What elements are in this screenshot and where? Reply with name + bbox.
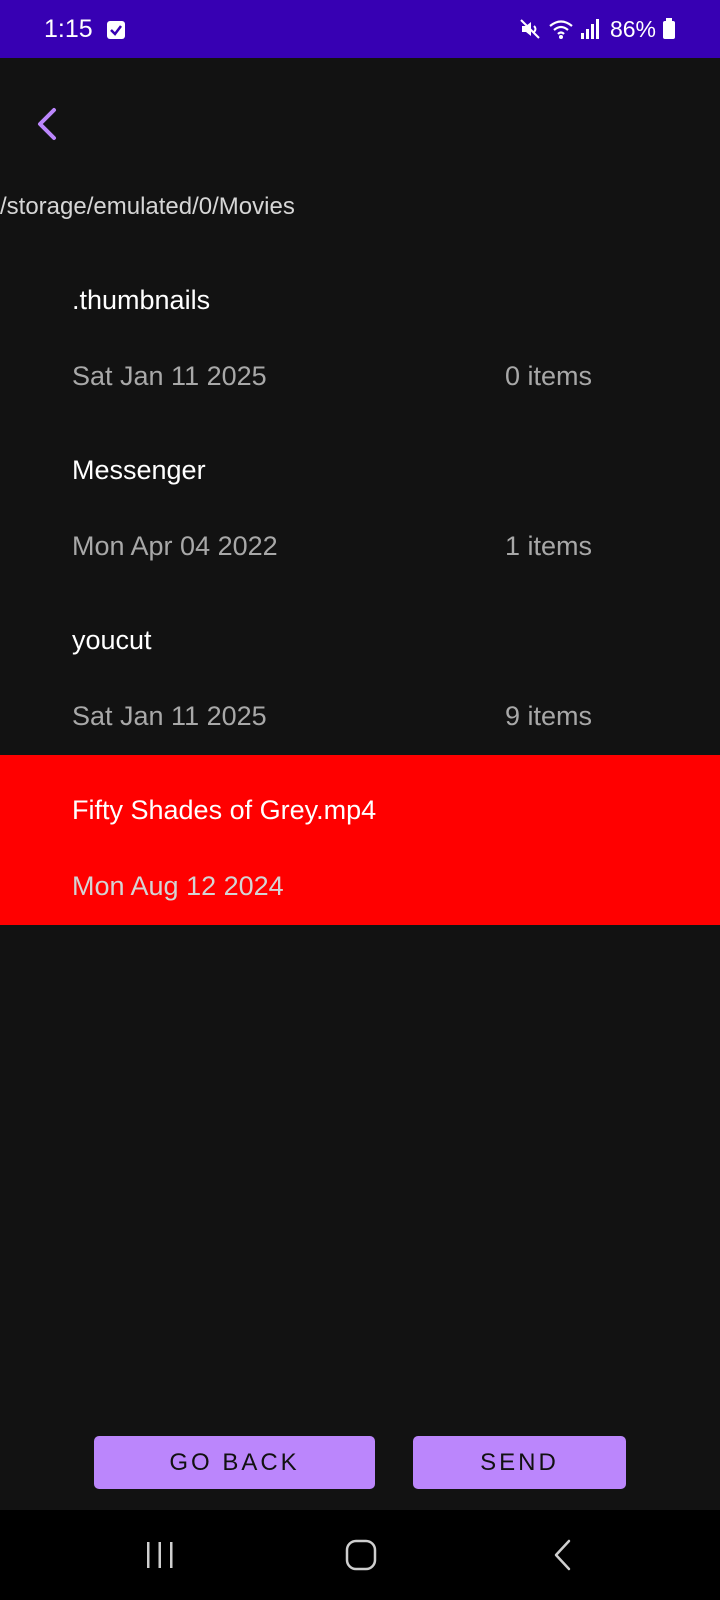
file-row-messenger[interactable]: Messenger Mon Apr 04 2022 1 items xyxy=(0,415,720,585)
status-icons: 86% xyxy=(518,14,676,44)
file-list: .thumbnails Sat Jan 11 2025 0 items Mess… xyxy=(0,245,720,925)
file-name: youcut xyxy=(72,625,152,655)
wifi-icon xyxy=(549,20,573,39)
file-item-count: 9 items xyxy=(505,701,593,731)
recents-icon xyxy=(147,1542,173,1568)
battery-icon xyxy=(663,18,675,39)
checkbox-notification-icon xyxy=(107,21,125,39)
file-item-count: 0 items xyxy=(505,361,593,391)
send-button[interactable]: SEND xyxy=(413,1436,626,1489)
file-name: .thumbnails xyxy=(72,285,211,315)
home-icon xyxy=(345,1539,377,1571)
chevron-left-icon[interactable] xyxy=(30,104,66,144)
system-nav-bar xyxy=(0,1510,720,1600)
go-back-button[interactable]: GO BACK xyxy=(94,1436,375,1489)
recents-button[interactable] xyxy=(100,1510,220,1600)
file-name: Fifty Shades of Grey.mp4 xyxy=(72,795,377,825)
status-bar: 1:15 86% xyxy=(0,0,720,58)
system-back-button[interactable] xyxy=(503,1510,623,1600)
back-icon xyxy=(554,1539,571,1571)
file-item-count: 1 items xyxy=(505,531,593,561)
file-name: Messenger xyxy=(72,455,206,485)
file-row-thumbnails[interactable]: .thumbnails Sat Jan 11 2025 0 items xyxy=(0,245,720,415)
mute-icon xyxy=(520,19,540,39)
status-time: 1:15 xyxy=(44,15,93,43)
file-row-selected-video[interactable]: Fifty Shades of Grey.mp4 Mon Aug 12 2024 xyxy=(0,755,720,925)
screen: 1:15 86% /storage/emulated/0/Movies .thu… xyxy=(0,0,720,1600)
file-date: Sat Jan 11 2025 xyxy=(72,701,267,731)
battery-level: 86% xyxy=(609,16,656,42)
signal-icon xyxy=(580,19,599,39)
file-date: Sat Jan 11 2025 xyxy=(72,361,267,391)
file-date: Mon Aug 12 2024 xyxy=(72,871,284,901)
home-button[interactable] xyxy=(301,1510,421,1600)
file-date: Mon Apr 04 2022 xyxy=(72,531,278,561)
current-path: /storage/emulated/0/Movies xyxy=(0,193,295,220)
file-row-youcut[interactable]: youcut Sat Jan 11 2025 9 items xyxy=(0,585,720,755)
